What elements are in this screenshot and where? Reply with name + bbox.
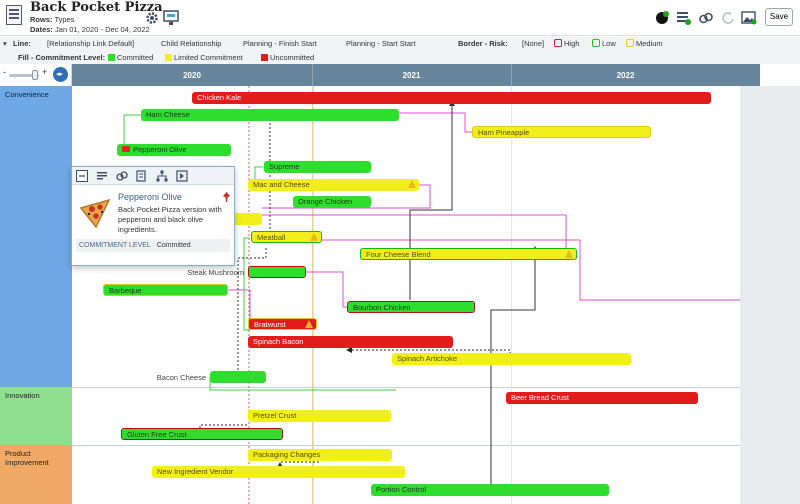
link-line: [305, 271, 348, 308]
open-icon[interactable]: [176, 170, 188, 182]
label-bacon-cheese: Bacon Cheese: [156, 373, 206, 382]
card-toolbar: [72, 167, 234, 185]
link-line: [409, 103, 453, 300]
bar-mac-and-cheese[interactable]: Mac and Cheese: [248, 179, 419, 191]
bar-pretzel-crust[interactable]: Pretzel Crust: [248, 410, 391, 422]
warning-icon: [305, 320, 313, 328]
bar-bratwurst[interactable]: Bratwurst: [248, 318, 317, 330]
bar-ham-pineapple[interactable]: Ham Pineapple: [472, 126, 651, 138]
details-icon[interactable]: [96, 170, 108, 182]
commitment-level-value: Committed: [156, 242, 191, 249]
link-line: [490, 250, 536, 484]
item-detail-card: Pepperoni Olive Back Pocket Pizza versio…: [71, 166, 235, 266]
bar-supreme[interactable]: Supreme: [264, 161, 371, 173]
bar-gluten-free-crust[interactable]: Gluten Free Crust: [121, 428, 283, 440]
bar-chicken-kale[interactable]: Chicken Kale: [192, 92, 711, 104]
link-line: [398, 112, 472, 133]
child-line: [279, 461, 320, 465]
commitment-level-label: COMMITMENT LEVEL: [79, 242, 151, 249]
bar-bourbon-chicken[interactable]: Bourbon Chicken: [347, 301, 475, 313]
bar-meatball[interactable]: Meatball: [251, 231, 322, 243]
bar-steak-mushroom[interactable]: [248, 266, 306, 278]
warning-icon: [565, 250, 573, 258]
warning-icon: [408, 180, 416, 188]
bar-portion-control[interactable]: Portion Control: [371, 484, 609, 496]
bar-new-ingredient-vendor[interactable]: New Ingredient Vendor: [152, 466, 405, 478]
hierarchy-icon[interactable]: [156, 170, 168, 182]
link-line: [228, 289, 251, 324]
bar-pepperoni-olive[interactable]: Pepperoni Olive: [117, 144, 231, 156]
bar-four-cheese-blend[interactable]: Four Cheese Blend: [360, 248, 577, 260]
pin-icon[interactable]: [222, 192, 231, 202]
bar-packaging-changes[interactable]: Packaging Changes: [248, 449, 392, 461]
card-description: Back Pocket Pizza version with pepperoni…: [118, 205, 222, 234]
label-steak-mushroom: Steak Mushroom: [187, 268, 244, 277]
bar-ham-cheese[interactable]: Ham Cheese: [141, 109, 399, 121]
bar-bacon-cheese[interactable]: [210, 371, 266, 383]
card-footer: COMMITMENT LEVEL Committed: [76, 239, 230, 252]
edit-icon[interactable]: [136, 170, 148, 182]
bar-orange-chicken[interactable]: Orange Chicken: [293, 196, 371, 208]
bar-barbeque[interactable]: Barbeque: [103, 284, 228, 296]
bar-spinach-bacon[interactable]: Spinach Bacon: [248, 336, 453, 348]
flag-icon: [122, 146, 130, 152]
card-title: Pepperoni Olive: [118, 192, 183, 202]
link-icon[interactable]: [116, 170, 128, 182]
warning-icon: [310, 233, 318, 241]
bar-spinach-artichoke[interactable]: Spinach Artichoke: [392, 353, 631, 365]
pizza-image: [79, 198, 111, 229]
bar-beer-bread-crust[interactable]: Beer Bread Crust: [506, 392, 698, 404]
collapse-icon[interactable]: [76, 170, 88, 182]
